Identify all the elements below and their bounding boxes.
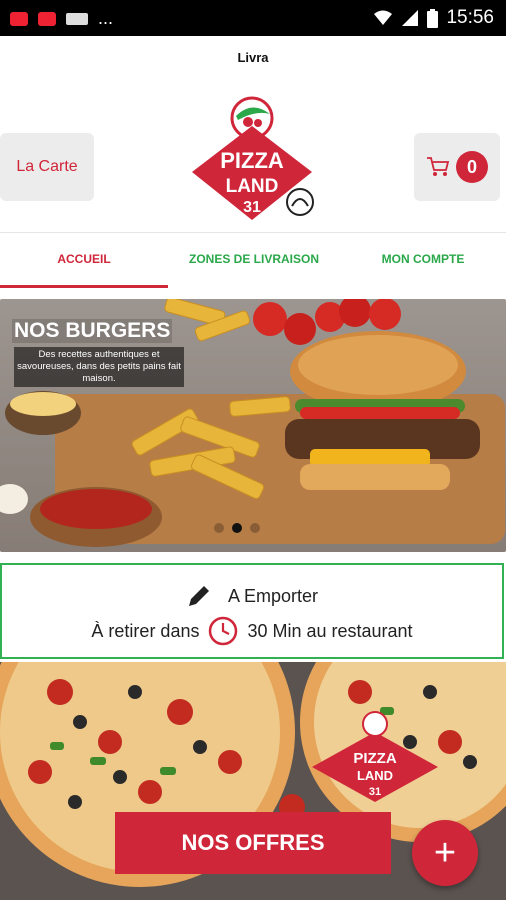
notification-icon [10,11,28,26]
svg-text:LAND: LAND [226,176,279,197]
svg-text:PIZZA: PIZZA [220,148,284,173]
wifi-icon [374,10,393,25]
slide-title: NOS BURGERS [12,319,173,343]
tab-accueil[interactable]: ACCUEIL [0,233,168,288]
banner-logo-line2: LAND [357,768,393,783]
slider-dot-active[interactable] [232,523,242,533]
pencil-icon[interactable] [186,583,212,609]
clock-icon [209,616,238,646]
cart-button[interactable]: 0 [414,133,500,201]
la-carte-label: La Carte [16,158,78,175]
pickup-prefix: À retirer dans [91,620,200,641]
add-fab-button[interactable]: + [412,820,478,886]
slider-dot[interactable] [250,523,260,533]
banner-logo-line3: 31 [369,786,381,798]
status-bar: ... 15:56 [0,0,506,36]
banner-logo-line1: PIZZA [353,750,396,767]
nos-offres-button[interactable]: NOS OFFRES [115,812,391,874]
clock: 15:56 [446,7,494,28]
plus-icon: + [433,831,457,874]
more-notifications: ... [98,8,114,28]
promo-slider[interactable]: NOS BURGERS Des recettes authentiques et… [0,299,506,552]
order-mode-label: A Emporter [227,585,319,606]
signal-icon [402,10,419,26]
cart-count-badge: 0 [456,151,488,183]
app-notification-icon [38,11,56,26]
message-icon [66,12,88,25]
slider-dot[interactable] [214,523,224,533]
tab-bar: ACCUEIL ZONES DE LIVRAISON MON COMPTE [0,232,506,288]
pizzaland-logo: PIZZA LAND 31 [186,96,322,226]
tab-mon-compte[interactable]: MON COMPTE [340,233,506,285]
slide-description: Des recettes authentiques et savoureuses… [14,347,184,387]
svg-text:31: 31 [243,199,261,216]
la-carte-button[interactable]: La Carte [0,133,94,201]
pickup-suffix: 30 Min au restaurant [247,620,413,641]
page-title: Livra [237,50,269,65]
pickup-info-box[interactable]: A Emporter À retirer dans 30 Min au rest… [0,563,504,659]
battery-icon [427,8,439,28]
tab-zones-de-livraison[interactable]: ZONES DE LIVRAISON [168,233,340,285]
shopping-cart-icon [427,157,450,176]
slider-pagination [214,523,260,533]
